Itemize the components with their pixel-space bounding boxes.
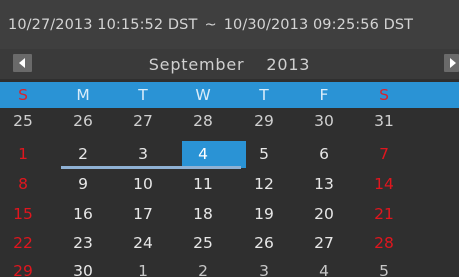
day-cell[interactable]: 3 [113, 145, 173, 163]
day-cell[interactable]: 6 [294, 145, 354, 163]
day-cell[interactable]: 31 [354, 112, 414, 130]
day-cell[interactable]: 24 [113, 234, 173, 252]
day-cell[interactable]: 25 [0, 112, 53, 130]
day-marker-underline [61, 166, 121, 169]
month-year-title: September 2013 [149, 55, 311, 74]
weekday-tuesday: T [138, 86, 148, 104]
weekday-saturday: S [379, 86, 389, 104]
time-range-display: 10/27/2013 10:15:52 DST ~ 10/30/2013 09:… [0, 0, 459, 49]
weekday-wednesday: W [195, 86, 211, 104]
day-cell[interactable]: 12 [234, 175, 294, 193]
day-cell[interactable]: 15 [0, 205, 53, 223]
day-cell[interactable]: 17 [113, 205, 173, 223]
day-cell[interactable]: 23 [53, 234, 113, 252]
day-cell[interactable]: 1 [0, 145, 53, 163]
day-cell[interactable]: 30 [294, 112, 354, 130]
day-cell[interactable]: 14 [354, 175, 414, 193]
range-separator: ~ [204, 16, 217, 33]
day-cell[interactable]: 5 [234, 145, 294, 163]
triangle-right-icon [450, 58, 456, 68]
day-marker-underline [181, 166, 241, 169]
weekday-monday: M [76, 86, 90, 104]
day-cell[interactable]: 29 [234, 112, 294, 130]
triangle-left-icon [19, 58, 25, 68]
day-cell[interactable]: 7 [354, 145, 414, 163]
day-cell[interactable]: 4 [294, 262, 354, 277]
day-cell[interactable]: 28 [354, 234, 414, 252]
day-cell[interactable]: 21 [354, 205, 414, 223]
day-cell[interactable]: 26 [53, 112, 113, 130]
range-start: 10/27/2013 10:15:52 DST [8, 16, 198, 33]
year-label: 2013 [266, 54, 311, 74]
month-label: September [148, 54, 245, 74]
day-cell[interactable]: 28 [173, 112, 233, 130]
weekday-header: SMTWTFS [0, 82, 459, 108]
range-end: 10/30/2013 09:25:56 DST [223, 16, 414, 33]
day-cell[interactable]: 11 [173, 175, 233, 193]
day-cell[interactable]: 10 [113, 175, 173, 193]
day-cell[interactable]: 16 [53, 205, 113, 223]
weekday-thursday: T [259, 86, 269, 104]
day-marker-underline [121, 166, 181, 169]
day-cell[interactable]: 26 [234, 234, 294, 252]
day-cell[interactable]: 22 [0, 234, 53, 252]
prev-month-button[interactable] [13, 54, 32, 72]
day-cell[interactable]: 5 [354, 262, 414, 277]
day-cell[interactable]: 18 [173, 205, 233, 223]
day-cell[interactable]: 13 [294, 175, 354, 193]
next-month-button[interactable] [444, 54, 459, 72]
day-cell[interactable]: 8 [0, 175, 53, 193]
month-navigation: September 2013 [0, 49, 459, 79]
day-cell[interactable]: 9 [53, 175, 113, 193]
weekday-sunday: S [18, 86, 28, 104]
day-cell[interactable]: 19 [234, 205, 294, 223]
day-cell[interactable]: 2 [173, 262, 233, 277]
day-cell[interactable]: 27 [113, 112, 173, 130]
day-cell[interactable]: 27 [294, 234, 354, 252]
day-cell[interactable]: 1 [113, 262, 173, 277]
day-cell[interactable]: 29 [0, 262, 53, 277]
day-cell[interactable]: 30 [53, 262, 113, 277]
day-cell-selected[interactable]: 4 [173, 145, 233, 163]
day-cell[interactable]: 3 [234, 262, 294, 277]
day-cell[interactable]: 25 [173, 234, 233, 252]
day-cell[interactable]: 20 [294, 205, 354, 223]
day-cell[interactable]: 2 [53, 145, 113, 163]
weekday-friday: F [319, 86, 329, 104]
